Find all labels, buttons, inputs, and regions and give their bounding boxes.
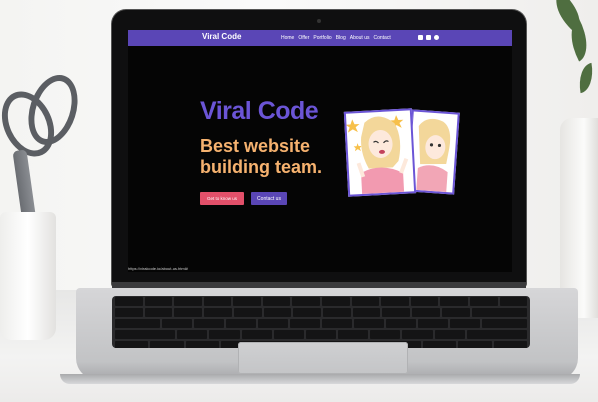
hero-tagline: Best website building team.: [200, 136, 323, 177]
nav-link-portfolio[interactable]: Portfolio: [313, 35, 331, 41]
character-illustration: [416, 118, 451, 193]
social-icons: [418, 35, 439, 40]
site-logo[interactable]: Viral Code: [202, 32, 241, 41]
github-icon[interactable]: [434, 35, 439, 40]
trackpad[interactable]: [238, 342, 408, 374]
instagram-icon[interactable]: [426, 35, 431, 40]
laptop-screen: Viral Code Home Offer Portfolio Blog Abo…: [128, 30, 512, 272]
facebook-icon[interactable]: [418, 35, 423, 40]
nav-link-contact[interactable]: Contact: [373, 35, 390, 41]
nav-link-home[interactable]: Home: [281, 35, 294, 41]
status-bar-url: https://viralcode.io/about-us.html#: [128, 266, 188, 271]
site-navbar: Viral Code Home Offer Portfolio Blog Abo…: [128, 30, 512, 46]
get-to-know-us-button[interactable]: Get to know us: [200, 192, 244, 205]
nav-link-offer[interactable]: Offer: [298, 35, 309, 41]
mug: [0, 212, 56, 340]
character-illustration: [345, 115, 409, 194]
hero-title: Viral Code: [200, 97, 319, 125]
illustration-card-front: [343, 108, 417, 197]
keyboard[interactable]: [112, 296, 530, 348]
nav-links: Home Offer Portfolio Blog About us Conta…: [281, 35, 391, 41]
laptop-base-edge: [60, 374, 580, 384]
nav-link-blog[interactable]: Blog: [336, 35, 346, 41]
contact-us-button[interactable]: Contact us: [251, 192, 287, 205]
webcam-icon: [317, 19, 321, 23]
nav-link-about[interactable]: About us: [350, 35, 370, 41]
